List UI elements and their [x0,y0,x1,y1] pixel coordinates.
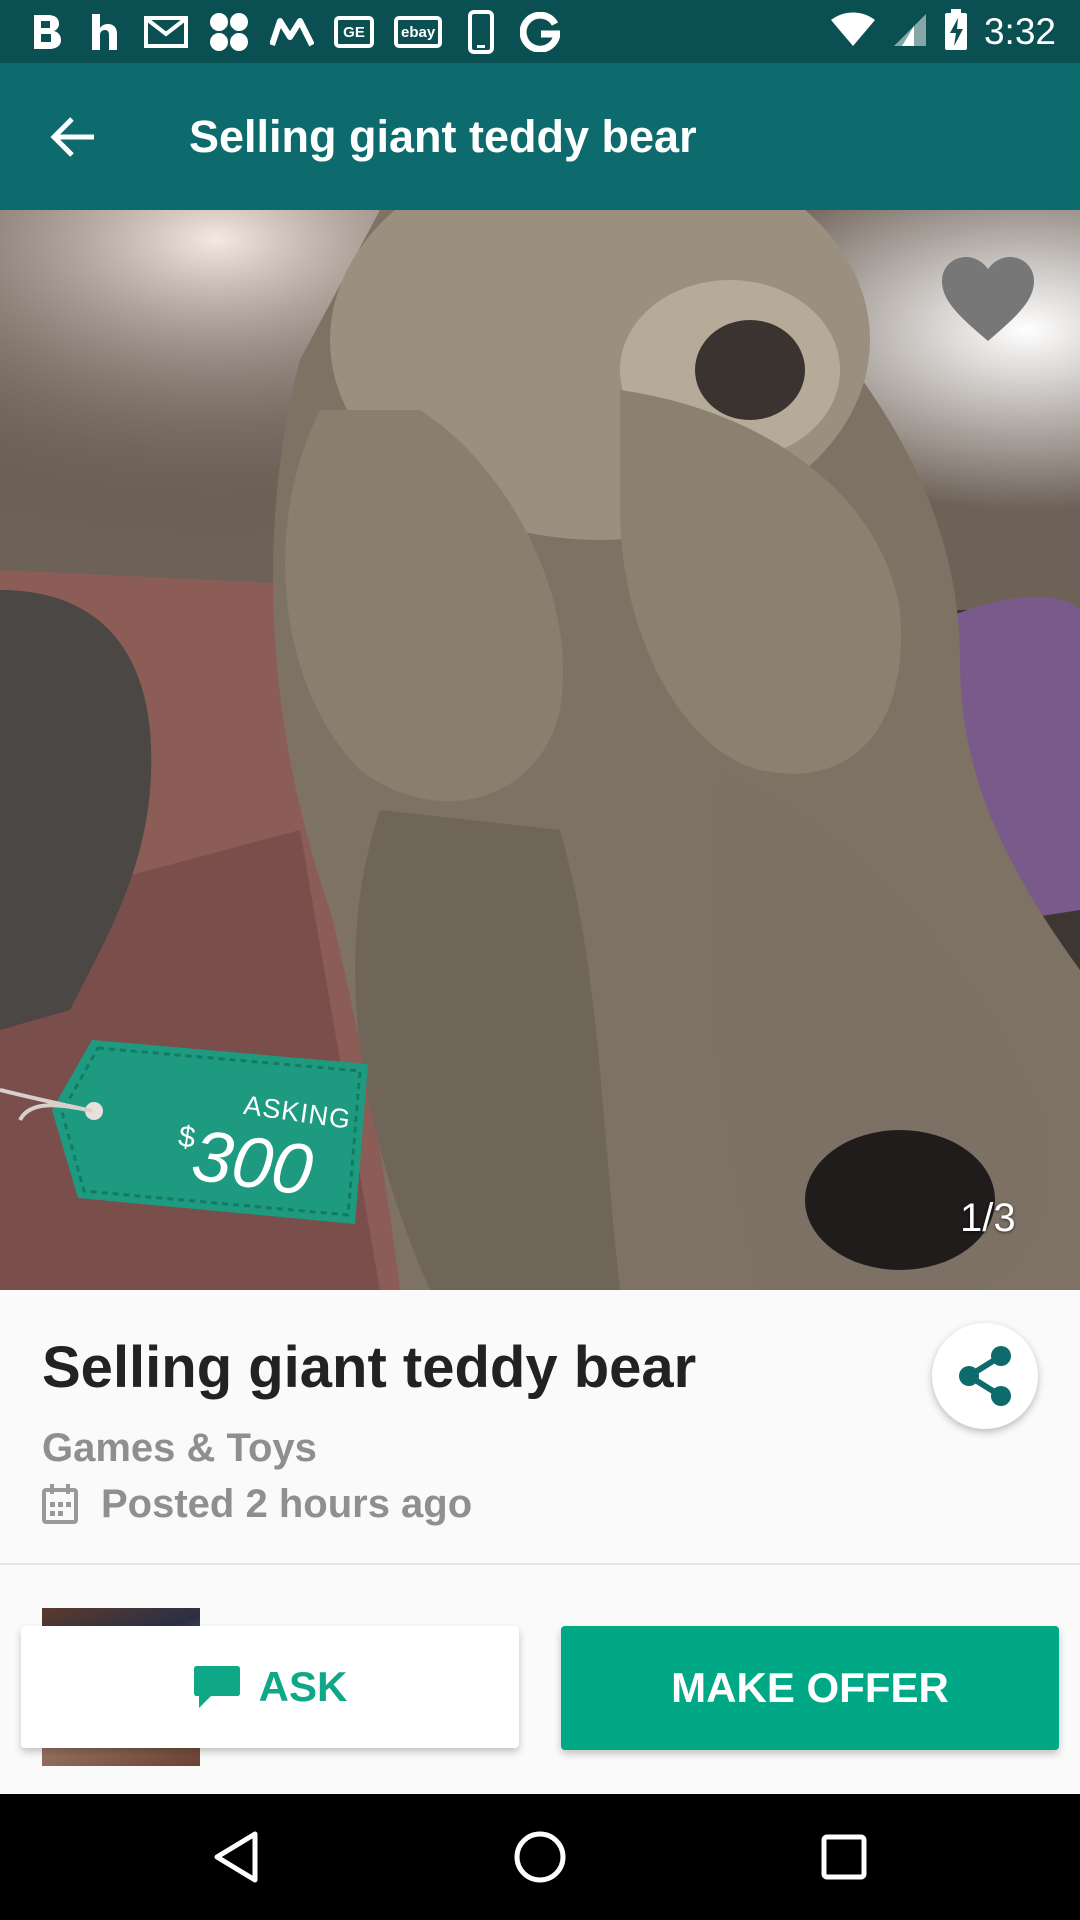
gmail-icon [144,12,188,52]
phone-icon [462,10,500,54]
ask-button-label: ASK [258,1663,348,1710]
photo-counter: 1/3 [960,1196,1016,1240]
app-bar: Selling giant teddy bear [0,63,1080,210]
clock: 3:32 [983,11,1056,52]
chat-bubble-icon [193,1666,240,1708]
ask-button[interactable]: ASK [21,1626,519,1748]
h-icon [86,12,124,52]
nav-back-button[interactable] [196,1822,276,1892]
wifi-icon [830,12,876,53]
calendar-icon [42,1484,78,1524]
favorite-button[interactable] [940,255,1036,345]
nav-home-button[interactable] [500,1822,580,1892]
posted-time: Posted 2 hours ago [101,1482,473,1526]
app-bar-title: Selling giant teddy bear [189,111,697,162]
nav-home-icon [514,1831,566,1883]
status-bar: GE ebay 3:32 [0,0,1080,63]
m-icon [270,12,314,52]
share-icon [959,1346,1011,1406]
heart-icon [942,257,1034,341]
make-offer-label: MAKE OFFER [671,1664,949,1711]
system-status: 3:32 [830,8,1056,56]
listing-category[interactable]: Games & Toys [42,1426,317,1471]
nav-back-icon [214,1831,258,1883]
g-icon [520,12,561,52]
notification-icons: GE ebay [28,8,561,56]
b-icon [28,12,66,52]
ge-icon: GE [334,16,374,48]
make-offer-button[interactable]: MAKE OFFER [561,1626,1059,1750]
nav-recents-icon [821,1834,867,1880]
arrow-back-icon [50,117,94,157]
ebay-icon: ebay [394,16,443,48]
listing-info: Selling giant teddy bear Games & Toys Po… [0,1290,1080,1565]
navigation-bar [0,1794,1080,1920]
signal-icon [892,12,928,53]
price-value: 300 [187,1115,318,1212]
dots-icon [208,12,250,52]
listing-title: Selling giant teddy bear [42,1335,697,1400]
back-button[interactable] [40,107,106,167]
share-button[interactable] [932,1323,1038,1429]
nav-recents-button[interactable] [804,1822,884,1892]
screen: GE ebay 3:32 Selling giant teddy bear AS… [0,0,1080,1920]
battery-charging-icon [944,8,968,56]
